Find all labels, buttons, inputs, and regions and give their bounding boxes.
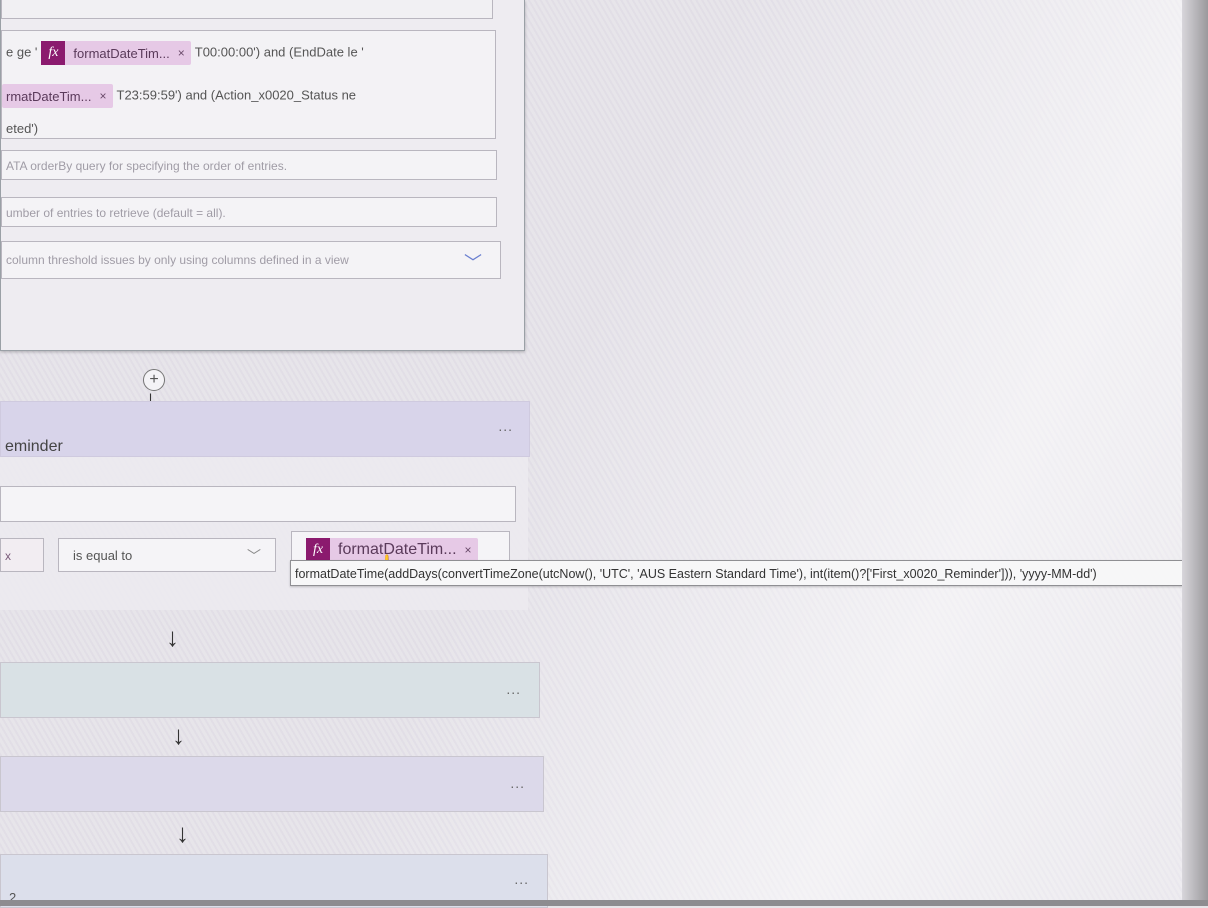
filter-text: e ge ' (6, 44, 38, 60)
left-operand-remove-icon[interactable]: x (5, 549, 11, 563)
tooltip-text: formatDateTime(addDays(convertTimeZone(u… (295, 567, 1097, 581)
fx-icon: fx (41, 41, 66, 65)
filter-line-3: eted') (6, 121, 38, 136)
remove-token-icon[interactable]: × (178, 46, 185, 60)
token-label: formatDateTim... (338, 541, 457, 558)
filter-query-field[interactable]: e ge ' fx formatDateTim... × T00:00:00') and… (1, 30, 496, 139)
remove-token-icon[interactable]: × (465, 543, 472, 557)
filter-text: eted') (6, 121, 39, 136)
more-options-icon[interactable]: ... (498, 418, 513, 434)
condition-name-field[interactable] (0, 486, 516, 522)
order-by-field[interactable]: ATA orderBy query for specifying the ord… (1, 150, 497, 180)
order-by-placeholder: ATA orderBy query for specifying the ord… (6, 159, 288, 173)
get-items-card: e ge ' fx formatDateTim... × T00:00:00') and… (0, 0, 525, 351)
top-count-field[interactable]: umber of entries to retrieve (default = … (1, 197, 497, 227)
filter-line-1: e ge ' fx formatDateTim... × T00:00:00') and… (6, 41, 364, 65)
action-card[interactable]: ... (0, 662, 540, 718)
monitor-bezel-bottom (0, 900, 1208, 906)
expression-tooltip: formatDateTime(addDays(convertTimeZone(u… (290, 560, 1208, 586)
token-label: formatDateTim... (73, 45, 170, 61)
more-options-icon[interactable]: ... (510, 775, 525, 791)
condition-header[interactable]: eminder ... (0, 401, 530, 457)
filter-text: T23:59:59') and (Action_x0020_Status ne (116, 87, 357, 103)
expression-token[interactable]: rmatDateTim... × (2, 84, 113, 108)
limit-columns-placeholder: column threshold issues by only using co… (6, 253, 349, 267)
operator-dropdown[interactable]: is equal to ﹀ (58, 538, 276, 572)
more-options-icon[interactable]: ... (506, 681, 521, 697)
chevron-down-icon: ﹀ (247, 548, 261, 564)
token-label: rmatDateTim... (6, 88, 92, 104)
more-options-icon[interactable]: ... (514, 871, 529, 887)
arrow-down-icon: ↓ (176, 818, 189, 848)
arrow-down-icon: ↓ (166, 622, 179, 652)
remove-token-icon[interactable]: × (99, 89, 106, 103)
top-count-placeholder: umber of entries to retrieve (default = … (6, 206, 226, 220)
site-address-field[interactable] (1, 0, 493, 19)
fx-icon: fx (306, 538, 330, 562)
filter-text: T00:00:00') and (EndDate le ' (194, 44, 364, 60)
condition-title: eminder (5, 438, 63, 455)
chevron-down-icon: ﹀ (464, 253, 482, 273)
action-card[interactable]: ... (0, 756, 544, 812)
operator-label: is equal to (73, 548, 133, 563)
filter-line-2: rmatDateTim... × T23:59:59') and (Action_x… (2, 84, 357, 108)
arrow-down-icon: ↓ (172, 720, 185, 750)
left-operand-field[interactable]: x (0, 538, 44, 572)
expression-token[interactable]: fx formatDateTim... × (41, 41, 191, 65)
monitor-bezel (1182, 0, 1208, 906)
limit-columns-dropdown[interactable]: column threshold issues by only using co… (1, 241, 501, 279)
